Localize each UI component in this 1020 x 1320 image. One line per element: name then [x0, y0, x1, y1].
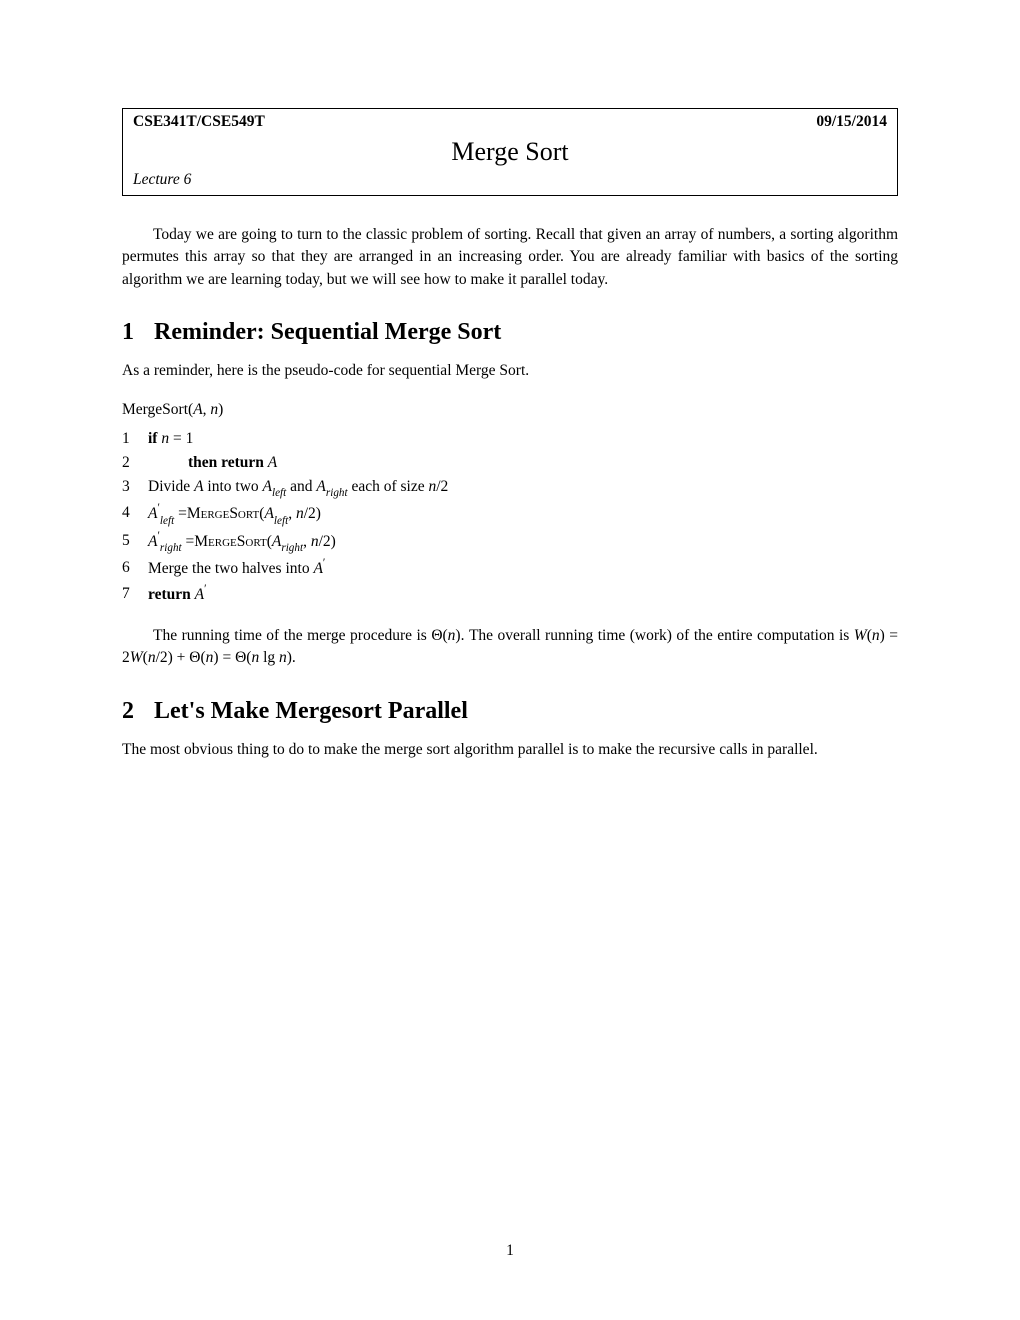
section-1-title: Reminder: Sequential Merge Sort: [154, 319, 501, 345]
algo-line-1: 1 if n = 1: [122, 427, 898, 451]
section-2-title: Let's Make Mergesort Parallel: [154, 698, 468, 724]
section-1-number: 1: [122, 319, 154, 346]
section-2-heading: 2Let's Make Mergesort Parallel: [122, 698, 898, 725]
algo-line-num: 5: [122, 529, 148, 557]
kw-return: return: [148, 586, 191, 603]
algo-block: 1 if n = 1 2 then return A 3 Divide A in…: [122, 427, 898, 607]
section-2-body: The most obvious thing to do to make the…: [122, 739, 898, 761]
complexity-text-b: . The overall running time (work) of the…: [461, 627, 854, 644]
proc-name: MergeSort: [194, 533, 266, 550]
page: CSE341T/CSE549T 09/15/2014 Merge Sort Le…: [0, 0, 1020, 1320]
course-code: CSE341T/CSE549T: [133, 113, 265, 131]
page-number: 1: [0, 1242, 1020, 1260]
algo-line-5: 5 A′right =MergeSort(Aright, n/2): [122, 529, 898, 557]
algo-line-3: 3 Divide A into two Aleft and Aright eac…: [122, 475, 898, 501]
title-header-row: CSE341T/CSE549T 09/15/2014: [123, 109, 897, 131]
algo-line-num: 6: [122, 556, 148, 581]
algo-line-4: 4 A′left =MergeSort(Aleft, n/2): [122, 501, 898, 529]
document-title: Merge Sort: [123, 131, 897, 171]
algo-signature: MergeSort(A, n): [122, 401, 898, 419]
algo-line-num: 3: [122, 475, 148, 501]
lecture-date: 09/15/2014: [816, 113, 887, 131]
intro-paragraph: Today we are going to turn to the classi…: [122, 224, 898, 291]
complexity-paragraph: The running time of the merge procedure …: [122, 625, 898, 670]
algo-line-num: 7: [122, 582, 148, 607]
algo-name-text: MergeSort: [122, 401, 188, 418]
section-1-lead: As a reminder, here is the pseudo-code f…: [122, 360, 898, 382]
complexity-text-a: The running time of the merge procedure …: [153, 627, 431, 644]
algo-line-num: 4: [122, 501, 148, 529]
kw-then-return: then return: [188, 454, 264, 471]
algo-line-num: 1: [122, 427, 148, 451]
algo-line-6: 6 Merge the two halves into A′: [122, 556, 898, 581]
algo-text: and: [286, 478, 316, 495]
section-2-number: 2: [122, 698, 154, 725]
proc-name: MergeSort: [187, 505, 259, 522]
algo-line-num: 2: [122, 451, 148, 475]
algo-text: Merge the two halves into: [148, 561, 313, 578]
section-1-heading: 1Reminder: Sequential Merge Sort: [122, 319, 898, 346]
algo-text: into two: [204, 478, 263, 495]
algo-line-7: 7 return A′: [122, 582, 898, 607]
algo-text: each of size: [348, 478, 429, 495]
lecture-number: Lecture 6: [123, 171, 897, 195]
algo-text: Divide: [148, 478, 194, 495]
algo-line-2: 2 then return A: [122, 451, 898, 475]
title-box: CSE341T/CSE549T 09/15/2014 Merge Sort Le…: [122, 108, 898, 196]
kw-if: if: [148, 430, 157, 447]
